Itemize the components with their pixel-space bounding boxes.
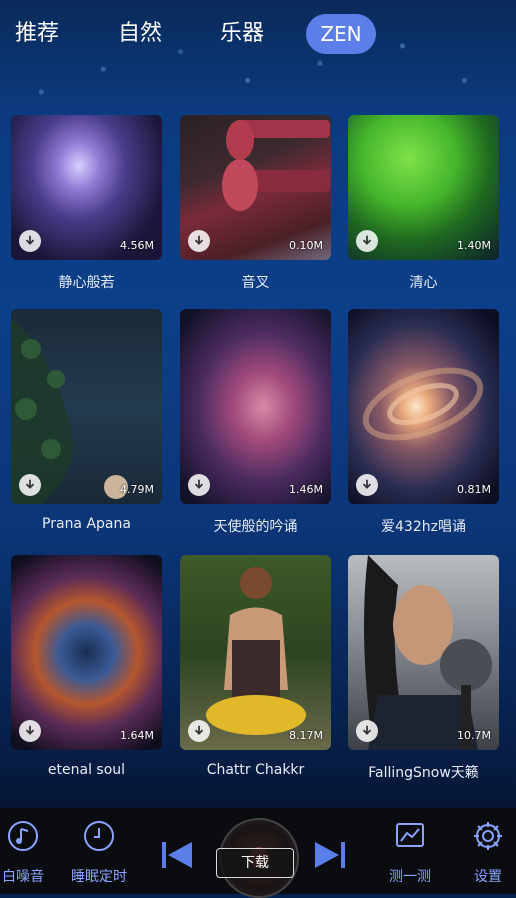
sound-title: FallingSnow天籁 (368, 765, 479, 781)
download-icon[interactable] (188, 720, 210, 742)
thumbnail-image: 8.17M (180, 555, 331, 750)
tab-recommend[interactable]: 推荐 (14, 12, 60, 56)
category-tabs: 推荐 自然 乐器 ZEN (0, 12, 516, 56)
clock-icon (84, 821, 114, 851)
white-noise-label: 白噪音 (2, 869, 44, 885)
download-icon[interactable] (356, 720, 378, 742)
sound-title: Prana Apana (42, 516, 131, 532)
thumbnail-image: 10.7M (348, 555, 499, 750)
sound-grid: 4.56M 静心般若 0.10M 音叉 1.40M 清心 4.79M Prana… (0, 115, 516, 795)
file-size: 1.64M (120, 729, 154, 742)
file-size: 1.40M (457, 239, 491, 252)
settings-button[interactable]: 设置 (466, 820, 510, 886)
file-size: 1.46M (289, 483, 323, 496)
tab-zen[interactable]: ZEN (306, 14, 376, 54)
tab-instruments[interactable]: 乐器 (219, 12, 265, 56)
sound-title: 爱432hz唱诵 (381, 519, 466, 535)
sleep-timer-button[interactable]: 睡眠定时 (66, 820, 132, 886)
next-track-icon[interactable] (313, 838, 347, 872)
download-icon[interactable] (188, 474, 210, 496)
thumbnail-image: 1.64M (11, 555, 162, 750)
thumbnail-image: 0.10M (180, 115, 331, 260)
download-icon[interactable] (356, 474, 378, 496)
sound-title: 音叉 (241, 275, 270, 291)
gear-icon (474, 822, 502, 850)
white-noise-button[interactable]: 白噪音 (0, 820, 46, 886)
thumbnail-image: 4.56M (11, 115, 162, 260)
download-icon[interactable] (19, 474, 41, 496)
download-icon[interactable] (19, 230, 41, 252)
file-size: 4.56M (120, 239, 154, 252)
file-size: 4.79M (120, 483, 154, 496)
sound-title: etenal soul (47, 762, 126, 778)
chart-icon (396, 823, 424, 847)
file-size: 0.81M (457, 483, 491, 496)
test-label: 测一测 (389, 869, 431, 885)
sound-title: 静心般若 (58, 275, 115, 291)
download-button[interactable]: 下载 (216, 848, 294, 878)
previous-track-icon[interactable] (160, 838, 194, 872)
sound-title: 天使般的吟诵 (213, 519, 298, 535)
download-icon[interactable] (356, 230, 378, 252)
sound-title: Chattr Chakkr (206, 762, 305, 778)
thumbnail-image: 1.46M (180, 309, 331, 504)
file-size: 10.7M (457, 729, 491, 742)
sleep-timer-label: 睡眠定时 (71, 869, 127, 885)
settings-label: 设置 (474, 869, 502, 885)
thumbnail-image: 1.40M (348, 115, 499, 260)
download-icon[interactable] (19, 720, 41, 742)
thumbnail-image: 0.81M (348, 309, 499, 504)
thumbnail-image: 4.79M (11, 309, 162, 504)
file-size: 8.17M (289, 729, 323, 742)
music-note-icon (8, 821, 38, 851)
file-size: 0.10M (289, 239, 323, 252)
download-icon[interactable] (188, 230, 210, 252)
test-button[interactable]: 测一测 (382, 820, 438, 886)
sound-title: 清心 (409, 275, 438, 291)
tab-nature[interactable]: 自然 (117, 12, 163, 56)
